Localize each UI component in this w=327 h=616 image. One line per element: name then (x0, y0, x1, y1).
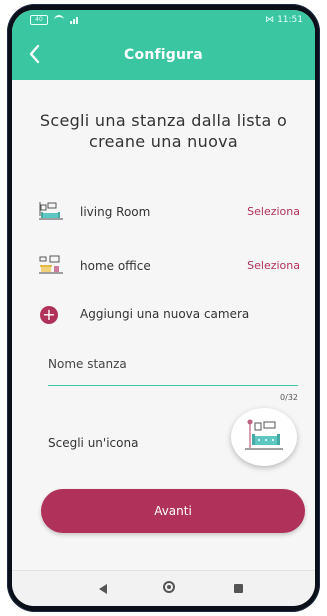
living-room-icon (38, 201, 64, 223)
circle-home-icon[interactable] (163, 581, 175, 593)
choose-icon-label: Scegli un'icona (48, 436, 139, 450)
status-bar: 40 ⋈ 11:51 (12, 10, 315, 32)
plus-icon: + (40, 306, 58, 324)
square-recent-icon[interactable] (234, 584, 243, 593)
battery-icon: 40 (30, 15, 48, 25)
status-time: 11:51 (277, 15, 303, 25)
char-counter: 0/32 (280, 393, 298, 402)
select-link[interactable]: Seleziona (247, 205, 300, 218)
room-name: home office (80, 259, 151, 273)
select-link[interactable]: Seleziona (247, 259, 300, 272)
phone: 40 ⋈ 11:51 Configura Scegli una stanza d… (0, 0, 327, 616)
signal-icon (70, 16, 78, 24)
content: Scegli una stanza dalla lista o creane u… (12, 80, 315, 570)
app-bar: Configura (12, 32, 315, 80)
icon-picker-button[interactable] (231, 408, 297, 466)
triangle-back-icon[interactable] (99, 584, 107, 594)
living-room-icon (245, 419, 283, 450)
room-name-input[interactable] (48, 373, 298, 391)
add-room-label: Aggiungi una nuova camera (80, 307, 250, 321)
battery-level: 40 (35, 16, 43, 23)
system-nav-bar (12, 570, 315, 606)
input-underline (48, 385, 298, 386)
wifi-icon (54, 15, 64, 25)
room-name-label: Nome stanza (48, 357, 127, 371)
room-name: living Room (80, 205, 151, 219)
next-button[interactable]: Avanti (41, 489, 305, 533)
status-left: 40 (30, 15, 78, 25)
add-room-button[interactable]: + Aggiungi una nuova camera (40, 306, 302, 328)
nfc-icon: ⋈ (265, 15, 275, 25)
screen: 40 ⋈ 11:51 Configura Scegli una stanza d… (12, 10, 315, 606)
room-item-living-room[interactable]: living Room Seleziona (38, 201, 300, 229)
page-title: Configura (124, 47, 203, 63)
home-office-icon (38, 255, 64, 277)
room-item-home-office[interactable]: home office Seleziona (38, 255, 300, 283)
status-right: ⋈ 11:51 (265, 15, 303, 25)
heading: Scegli una stanza dalla lista o creane u… (39, 111, 288, 151)
